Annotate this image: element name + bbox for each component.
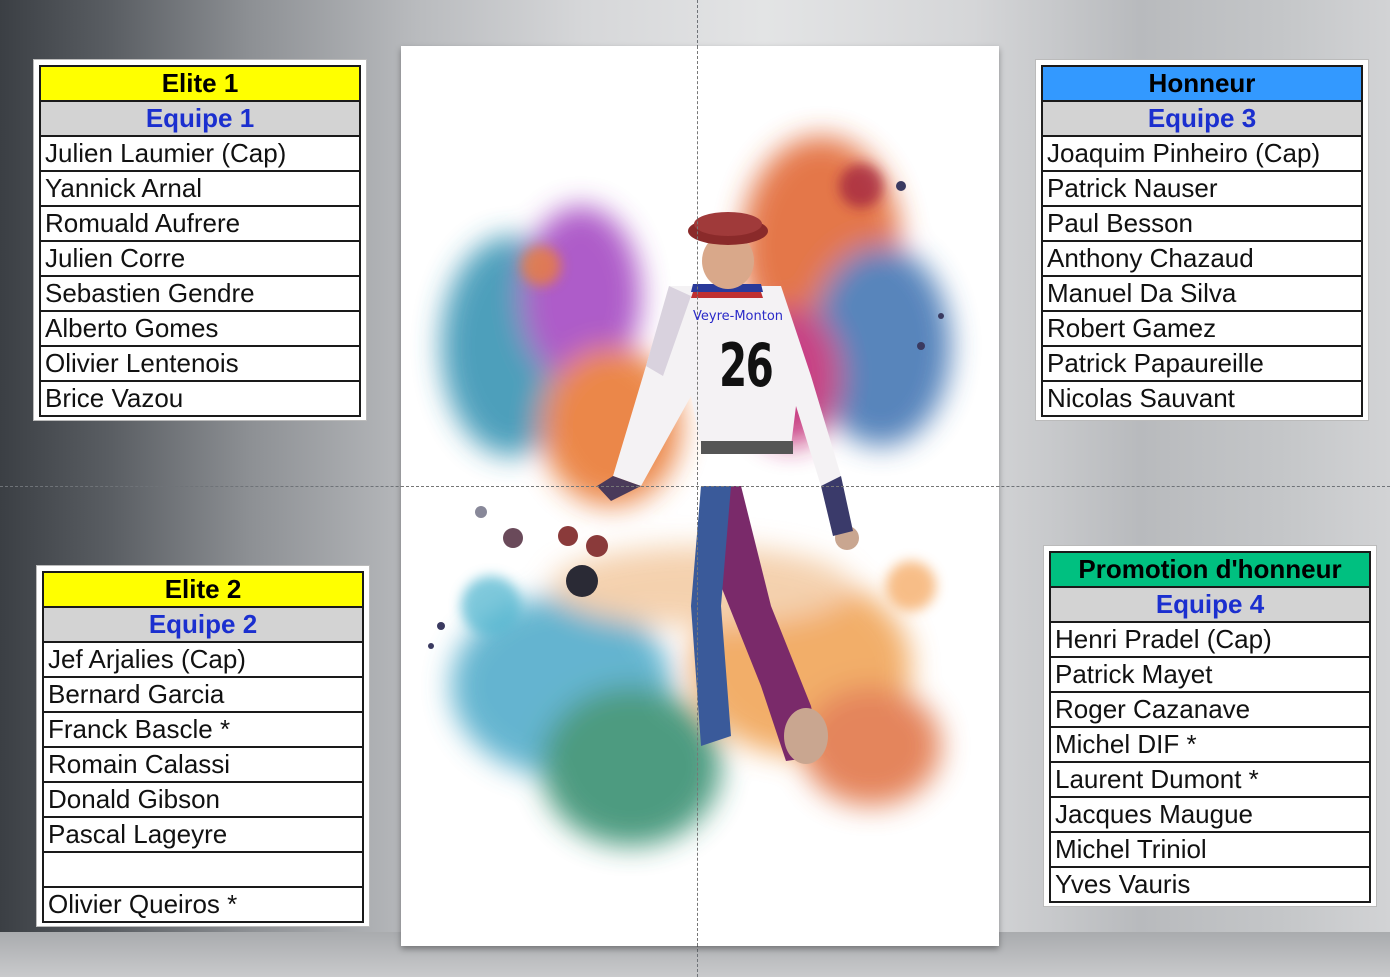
team-roster-table: Elite 1 Equipe 1 Julien Laumier (Cap) Ya… <box>39 65 361 417</box>
player-row: Sebastien Gendre <box>39 275 361 312</box>
player-row: Brice Vazou <box>39 380 361 417</box>
poster-vertical-guide <box>697 46 698 946</box>
player-row: Henri Pradel (Cap) <box>1049 621 1371 658</box>
player-row: Donald Gibson <box>42 781 364 818</box>
player-row: Michel Triniol <box>1049 831 1371 868</box>
player-row: Joaquim Pinheiro (Cap) <box>1041 135 1363 172</box>
player-row: Anthony Chazaud <box>1041 240 1363 277</box>
player-row: Franck Bascle * <box>42 711 364 748</box>
player-row: Jef Arjalies (Cap) <box>42 641 364 678</box>
player-row: Patrick Papaureille <box>1041 345 1363 382</box>
team-card-equipe-2: Elite 2 Equipe 2 Jef Arjalies (Cap) Bern… <box>36 565 370 927</box>
team-card-equipe-4: Promotion d'honneur Equipe 4 Henri Prade… <box>1043 545 1377 907</box>
division-header: Promotion d'honneur <box>1049 551 1371 588</box>
player-row: Julien Corre <box>39 240 361 277</box>
player-row: Alberto Gomes <box>39 310 361 347</box>
team-name: Equipe 1 <box>39 100 361 137</box>
division-header: Honneur <box>1041 65 1363 102</box>
player-row: Yannick Arnal <box>39 170 361 207</box>
player-row: Patrick Nauser <box>1041 170 1363 207</box>
player-row: Olivier Lentenois <box>39 345 361 382</box>
player-row: Nicolas Sauvant <box>1041 380 1363 417</box>
division-header: Elite 2 <box>42 571 364 608</box>
team-name: Equipe 2 <box>42 606 364 643</box>
division-header: Elite 1 <box>39 65 361 102</box>
player-row <box>42 851 364 888</box>
player-row: Jacques Maugue <box>1049 796 1371 833</box>
player-row: Paul Besson <box>1041 205 1363 242</box>
jersey-club-name: Veyre-Monton <box>693 309 784 324</box>
player-row: Robert Gamez <box>1041 310 1363 347</box>
player-row: Manuel Da Silva <box>1041 275 1363 312</box>
petanque-poster: Veyre-Monton 26 <box>401 46 999 946</box>
player-row: Romuald Aufrere <box>39 205 361 242</box>
jersey-number: 26 <box>719 331 774 401</box>
team-roster-table: Promotion d'honneur Equipe 4 Henri Prade… <box>1049 551 1371 903</box>
player-row: Roger Cazanave <box>1049 691 1371 728</box>
team-roster-table: Honneur Equipe 3 Joaquim Pinheiro (Cap) … <box>1041 65 1363 417</box>
player-row: Julien Laumier (Cap) <box>39 135 361 172</box>
player-row: Laurent Dumont * <box>1049 761 1371 798</box>
player-row: Olivier Queiros * <box>42 886 364 923</box>
player-row: Michel DIF * <box>1049 726 1371 763</box>
player-row: Romain Calassi <box>42 746 364 783</box>
player-row: Patrick Mayet <box>1049 656 1371 693</box>
team-name: Equipe 4 <box>1049 586 1371 623</box>
team-name: Equipe 3 <box>1041 100 1363 137</box>
player-row: Yves Vauris <box>1049 866 1371 903</box>
team-card-equipe-1: Elite 1 Equipe 1 Julien Laumier (Cap) Ya… <box>33 59 367 421</box>
team-card-equipe-3: Honneur Equipe 3 Joaquim Pinheiro (Cap) … <box>1035 59 1369 421</box>
player-row: Pascal Lageyre <box>42 816 364 853</box>
poster-horizontal-guide <box>401 486 999 487</box>
team-roster-table: Elite 2 Equipe 2 Jef Arjalies (Cap) Bern… <box>42 571 364 923</box>
watercolor-player-illustration <box>428 136 951 846</box>
player-row: Bernard Garcia <box>42 676 364 713</box>
